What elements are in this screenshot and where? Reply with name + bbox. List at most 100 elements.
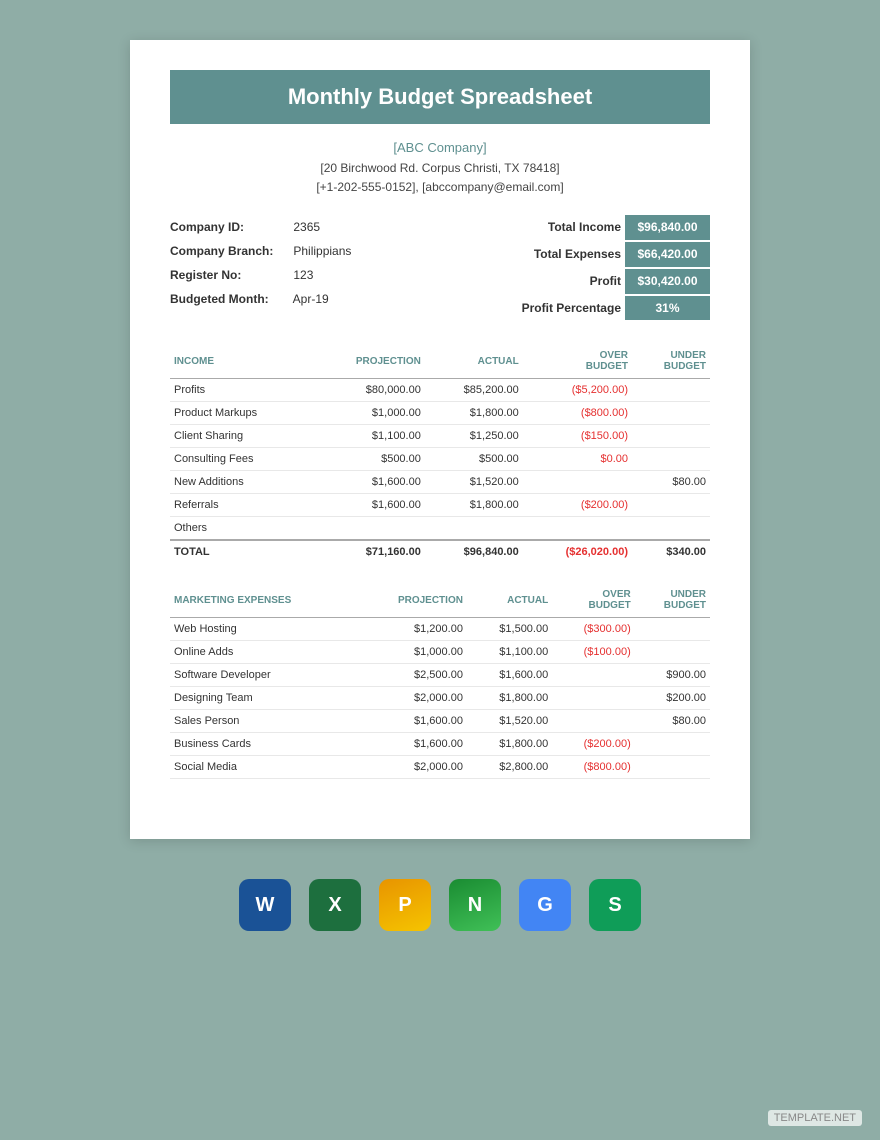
excel-icon[interactable]: X (309, 879, 361, 931)
income-row-actual: $1,800.00 (425, 402, 523, 425)
company-id-label: Company ID: (170, 215, 290, 239)
expense-row-over: ($100.00) (552, 641, 635, 664)
total-income-label: Total Income (548, 216, 621, 239)
expense-row-projection: $1,000.00 (358, 641, 467, 664)
company-info: [ABC Company] [20 Birchwood Rd. Corpus C… (170, 138, 710, 197)
company-contact: [+1-202-555-0152], [abccompany@email.com… (170, 178, 710, 197)
expense-row: Sales Person $1,600.00 $1,520.00 $80.00 (170, 710, 710, 733)
income-row-over: ($5,200.00) (523, 379, 632, 402)
company-address: [20 Birchwood Rd. Corpus Christi, TX 784… (170, 159, 710, 178)
expense-row-name: Software Developer (170, 664, 358, 687)
income-row-actual (425, 517, 523, 541)
total-income-value: $96,840.00 (625, 215, 710, 240)
expense-row-actual: $1,500.00 (467, 618, 552, 641)
expense-row-name: Web Hosting (170, 618, 358, 641)
mkt-over-budget-col-header: OVERBUDGET (552, 583, 635, 618)
income-row-under (632, 448, 710, 471)
gdocs-icon[interactable]: G (519, 879, 571, 931)
income-row-projection: $1,000.00 (312, 402, 425, 425)
income-row-over: ($150.00) (523, 425, 632, 448)
total-expenses-label: Total Expenses (534, 243, 621, 266)
income-row: Others (170, 517, 710, 541)
expense-row-under (635, 733, 710, 756)
register-row: Register No: 123 (170, 263, 351, 287)
income-row-projection: $500.00 (312, 448, 425, 471)
income-row-projection: $1,100.00 (312, 425, 425, 448)
income-total-projection: $71,160.00 (312, 540, 425, 563)
income-row-actual: $85,200.00 (425, 379, 523, 402)
income-total-row: TOTAL $71,160.00 $96,840.00 ($26,020.00)… (170, 540, 710, 563)
income-total-actual: $96,840.00 (425, 540, 523, 563)
expense-row-name: Designing Team (170, 687, 358, 710)
mkt-actual-col-header: ACTUAL (467, 583, 552, 618)
mkt-under-budget-col-header: UNDERBUDGET (635, 583, 710, 618)
expense-row-actual: $2,800.00 (467, 756, 552, 779)
over-budget-col-header: OVERBUDGET (523, 344, 632, 379)
total-income-row: Total Income $96,840.00 (522, 215, 710, 240)
profit-pct-row: Profit Percentage 31% (522, 296, 710, 321)
expense-row: Business Cards $1,600.00 $1,800.00 ($200… (170, 733, 710, 756)
income-row-name: Consulting Fees (170, 448, 312, 471)
income-row: Referrals $1,600.00 $1,800.00 ($200.00) (170, 494, 710, 517)
income-row-under: $80.00 (632, 471, 710, 494)
income-row: New Additions $1,600.00 $1,520.00 $80.00 (170, 471, 710, 494)
company-id-value: 2365 (293, 220, 320, 234)
expense-row-under (635, 756, 710, 779)
watermark-label: TEMPLATE.NET (768, 1110, 862, 1126)
profit-row: Profit $30,420.00 (522, 269, 710, 294)
income-row-actual: $1,800.00 (425, 494, 523, 517)
income-row-over: $0.00 (523, 448, 632, 471)
register-label: Register No: (170, 263, 290, 287)
mkt-projection-col-header: PROJECTION (358, 583, 467, 618)
expense-row-over (552, 664, 635, 687)
expense-row-projection: $2,500.00 (358, 664, 467, 687)
numbers-icon[interactable]: N (449, 879, 501, 931)
expense-row-over (552, 687, 635, 710)
income-row: Consulting Fees $500.00 $500.00 $0.00 (170, 448, 710, 471)
income-row-name: Product Markups (170, 402, 312, 425)
budgeted-month-label: Budgeted Month: (170, 287, 290, 311)
expense-row: Social Media $2,000.00 $2,800.00 ($800.0… (170, 756, 710, 779)
expense-row-projection: $1,600.00 (358, 710, 467, 733)
expense-row: Designing Team $2,000.00 $1,800.00 $200.… (170, 687, 710, 710)
income-row-name: New Additions (170, 471, 312, 494)
projection-col-header: PROJECTION (312, 344, 425, 379)
expense-row-projection: $2,000.00 (358, 756, 467, 779)
income-row-under (632, 379, 710, 402)
income-row-name: Client Sharing (170, 425, 312, 448)
income-row-name: Others (170, 517, 312, 541)
total-expenses-row: Total Expenses $66,420.00 (522, 242, 710, 267)
pages-icon[interactable]: P (379, 879, 431, 931)
income-row-under (632, 494, 710, 517)
company-name: [ABC Company] (170, 138, 710, 159)
word-icon[interactable]: W (239, 879, 291, 931)
profit-pct-value: 31% (625, 296, 710, 321)
summary-section: Company ID: 2365 Company Branch: Philipp… (170, 215, 710, 322)
income-row: Profits $80,000.00 $85,200.00 ($5,200.00… (170, 379, 710, 402)
app-icons-bar: W X P N G S (239, 863, 641, 939)
income-total-label: TOTAL (170, 540, 312, 563)
under-budget-col-header: UNDERBUDGET (632, 344, 710, 379)
income-row-actual: $500.00 (425, 448, 523, 471)
spreadsheet-title: Monthly Budget Spreadsheet (170, 70, 710, 124)
expense-row-actual: $1,800.00 (467, 733, 552, 756)
spreadsheet-page: Monthly Budget Spreadsheet [ABC Company]… (130, 40, 750, 839)
income-total-over: ($26,020.00) (523, 540, 632, 563)
gsheets-icon[interactable]: S (589, 879, 641, 931)
expense-row-actual: $1,800.00 (467, 687, 552, 710)
company-id-row: Company ID: 2365 (170, 215, 351, 239)
register-value: 123 (293, 268, 313, 282)
income-row-under (632, 425, 710, 448)
expense-row-projection: $2,000.00 (358, 687, 467, 710)
income-row-under (632, 402, 710, 425)
profit-value: $30,420.00 (625, 269, 710, 294)
income-row-over (523, 471, 632, 494)
expense-row-under: $200.00 (635, 687, 710, 710)
income-row: Product Markups $1,000.00 $1,800.00 ($80… (170, 402, 710, 425)
profit-label: Profit (590, 270, 621, 293)
income-row-name: Profits (170, 379, 312, 402)
income-row-projection: $80,000.00 (312, 379, 425, 402)
expense-row-name: Social Media (170, 756, 358, 779)
expense-row-over: ($200.00) (552, 733, 635, 756)
expense-row-over: ($300.00) (552, 618, 635, 641)
